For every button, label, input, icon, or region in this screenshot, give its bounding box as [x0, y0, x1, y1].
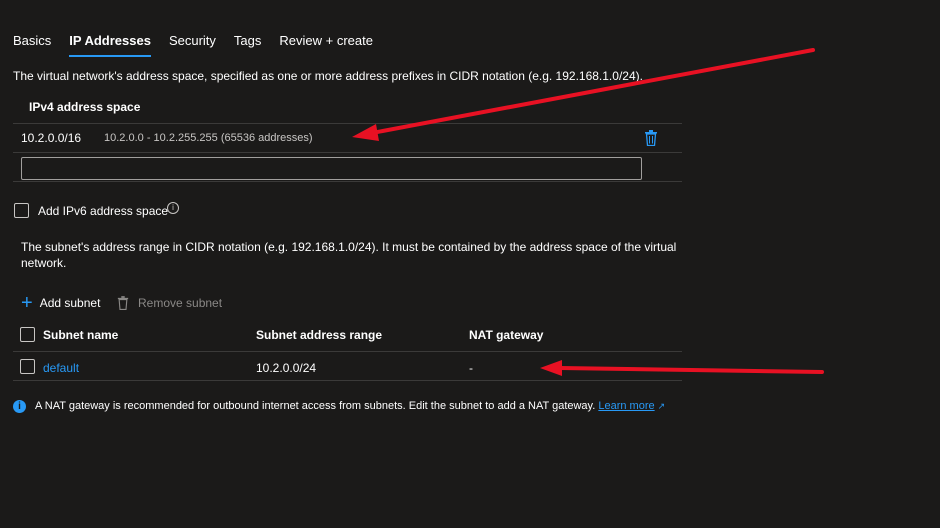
annotation-arrowhead-bottom — [540, 360, 562, 376]
annotation-arrow-top — [370, 48, 815, 135]
annotation-arrows — [352, 48, 824, 376]
annotation-arrowhead-top — [352, 124, 379, 141]
annotation-arrow-bottom — [558, 366, 824, 374]
